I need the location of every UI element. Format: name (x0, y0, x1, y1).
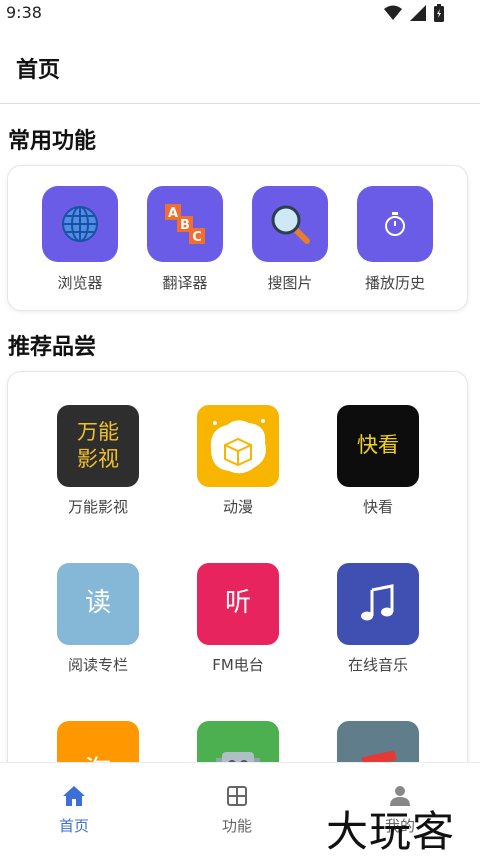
globe-icon (62, 206, 98, 242)
abc-tile: A B C (147, 186, 223, 262)
abc-blocks-icon: A B C (165, 204, 205, 245)
reading-tile: 读 (57, 563, 139, 645)
magnifier-tile (252, 186, 328, 262)
play-history-shortcut[interactable]: 播放历史 (355, 186, 435, 293)
fm-label: FM电台 (212, 656, 264, 674)
kuaikan-tile-text: 快看 (357, 433, 399, 458)
dongman-tile (197, 405, 279, 487)
stopwatch-tile (357, 186, 433, 262)
fm-tile-text: 听 (224, 588, 251, 619)
nav-home-label: 首页 (58, 817, 89, 835)
wanneng-tile-text: 万能 影视 (77, 419, 119, 474)
signal-icon (410, 5, 426, 21)
kuaikan-tile: 快看 (337, 405, 419, 487)
app-kuaikan[interactable]: 快看 快看 (330, 405, 426, 517)
battery-icon (434, 4, 444, 22)
music-tile (337, 563, 419, 645)
app-online-music[interactable]: 在线音乐 (330, 563, 426, 675)
app-wanneng-yingshi[interactable]: 万能 影视 万能影视 (50, 405, 146, 517)
translator-shortcut[interactable]: A B C 翻译器 (145, 186, 225, 293)
box-splash-icon (210, 419, 266, 474)
reading-tile-text: 读 (84, 588, 111, 619)
app-bar: 首页 (0, 28, 480, 104)
block-b-glyph: B (180, 218, 190, 233)
status-icons (384, 4, 444, 22)
app-dongman[interactable]: 动漫 (190, 405, 286, 517)
stopwatch-icon (385, 212, 405, 236)
app-fm-radio[interactable]: 听 FM电台 (190, 563, 286, 675)
watermark: 大玩客 (326, 807, 456, 856)
reading-label: 阅读专栏 (67, 656, 128, 674)
image-search-shortcut[interactable]: 搜图片 (250, 186, 330, 293)
browser-shortcut[interactable]: 浏览器 (40, 186, 120, 293)
nav-functions[interactable]: 功能 (197, 785, 277, 836)
wifi-icon (384, 5, 402, 20)
image-search-label: 搜图片 (267, 274, 313, 292)
common-functions-card: 浏览器 A B C 翻译器 搜图片 播放历史 (7, 165, 468, 311)
common-section-title: 常用功能 (8, 129, 97, 154)
globe-tile (42, 186, 118, 262)
nav-home[interactable]: 首页 (34, 785, 114, 836)
grid-icon (227, 786, 247, 806)
dongman-label: 动漫 (222, 498, 253, 516)
page-title: 首页 (16, 58, 61, 83)
status-bar: 9:38 (0, 0, 480, 28)
fm-tile: 听 (197, 563, 279, 645)
nav-functions-label: 功能 (221, 817, 252, 835)
music-note-icon (361, 584, 394, 621)
recommend-card: 万能 影视 万能影视 动漫 快看 快看 读 阅读专栏 听 FM电台 在线音乐 (7, 371, 468, 803)
block-c-glyph: C (192, 230, 202, 245)
recommend-section-title: 推荐品尝 (8, 335, 97, 360)
home-icon (63, 786, 85, 806)
kuaikan-label: 快看 (362, 498, 393, 516)
play-history-label: 播放历史 (364, 274, 425, 292)
magnifier-icon (271, 205, 310, 244)
app-reading-column[interactable]: 读 阅读专栏 (50, 563, 146, 675)
wanneng-tile: 万能 影视 (57, 405, 139, 487)
wanneng-tile-line-1: 万能 (77, 419, 119, 444)
music-label: 在线音乐 (347, 656, 408, 674)
status-time: 9:38 (6, 3, 42, 22)
block-a-glyph: A (168, 206, 178, 221)
wanneng-tile-line-2: 影视 (77, 447, 119, 471)
translator-label: 翻译器 (162, 274, 208, 292)
browser-label: 浏览器 (57, 274, 103, 292)
wanneng-label: 万能影视 (67, 498, 128, 516)
